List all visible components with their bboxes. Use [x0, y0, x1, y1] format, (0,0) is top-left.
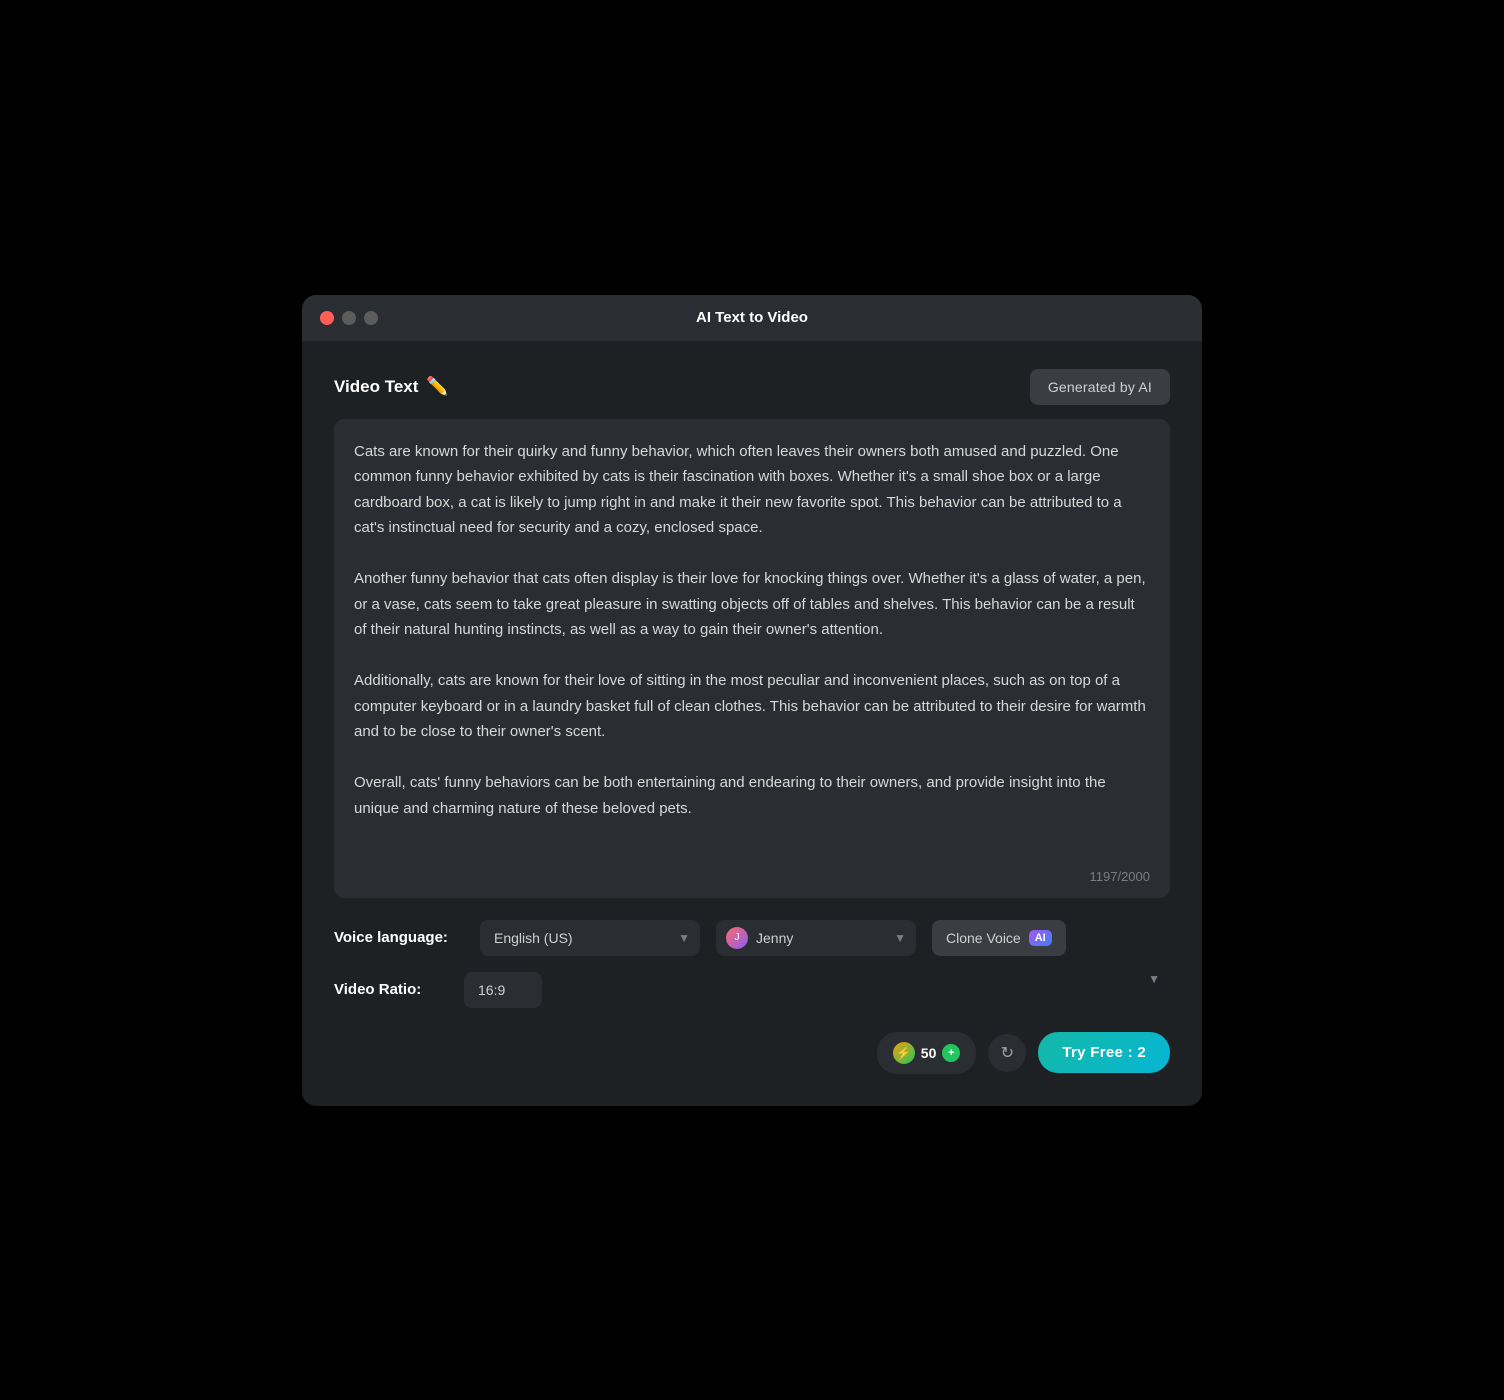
refresh-button[interactable]: ↻: [988, 1034, 1026, 1072]
video-ratio-select[interactable]: 16:9 9:16 1:1: [464, 972, 542, 1008]
maximize-button[interactable]: [364, 311, 378, 325]
textarea-container: 1197/2000: [334, 419, 1170, 898]
voice-language-select[interactable]: English (US): [480, 920, 700, 956]
plus-icon: +: [942, 1044, 960, 1062]
video-text-input[interactable]: [354, 439, 1150, 859]
ai-badge: AI: [1029, 930, 1052, 946]
minimize-button[interactable]: [342, 311, 356, 325]
titlebar: AI Text to Video: [302, 295, 1202, 341]
main-content: Video Text ✏️ Generated by AI 1197/2000 …: [302, 341, 1202, 1106]
voice-language-label: Voice language:: [334, 929, 464, 946]
section-header: Video Text ✏️ Generated by AI: [334, 369, 1170, 405]
voice-language-select-wrapper: English (US) ▼: [480, 920, 700, 956]
footer-row: ⚡ 50 + ↻ Try Free : 2: [334, 1032, 1170, 1074]
chevron-down-icon: ▼: [1148, 972, 1160, 986]
voice-language-row: Voice language: English (US) ▼ J Jenny ▼…: [334, 920, 1170, 956]
app-window: AI Text to Video Video Text ✏️ Generated…: [302, 295, 1202, 1106]
video-ratio-select-wrapper: 16:9 9:16 1:1 ▼: [464, 972, 1170, 1008]
refresh-icon: ↻: [1001, 1043, 1014, 1063]
avatar: J: [726, 927, 748, 949]
try-free-button[interactable]: Try Free : 2: [1038, 1032, 1170, 1073]
video-ratio-row: Video Ratio: 16:9 9:16 1:1 ▼: [334, 972, 1170, 1008]
credits-button[interactable]: ⚡ 50 +: [877, 1032, 977, 1074]
char-count: 1197/2000: [354, 869, 1150, 884]
traffic-lights: [320, 311, 378, 325]
close-button[interactable]: [320, 311, 334, 325]
generated-by-ai-button[interactable]: Generated by AI: [1030, 369, 1170, 405]
clone-voice-label: Clone Voice: [946, 930, 1021, 946]
video-text-label: Video Text: [334, 377, 418, 397]
voice-name-select-wrapper: J Jenny ▼: [716, 920, 916, 956]
window-title: AI Text to Video: [696, 309, 808, 326]
video-ratio-label: Video Ratio:: [334, 981, 464, 998]
clone-voice-button[interactable]: Clone Voice AI: [932, 920, 1066, 956]
credits-count: 50: [921, 1045, 937, 1061]
lightning-icon: ⚡: [893, 1042, 915, 1064]
section-title: Video Text ✏️: [334, 376, 449, 397]
edit-icon[interactable]: ✏️: [426, 376, 448, 397]
